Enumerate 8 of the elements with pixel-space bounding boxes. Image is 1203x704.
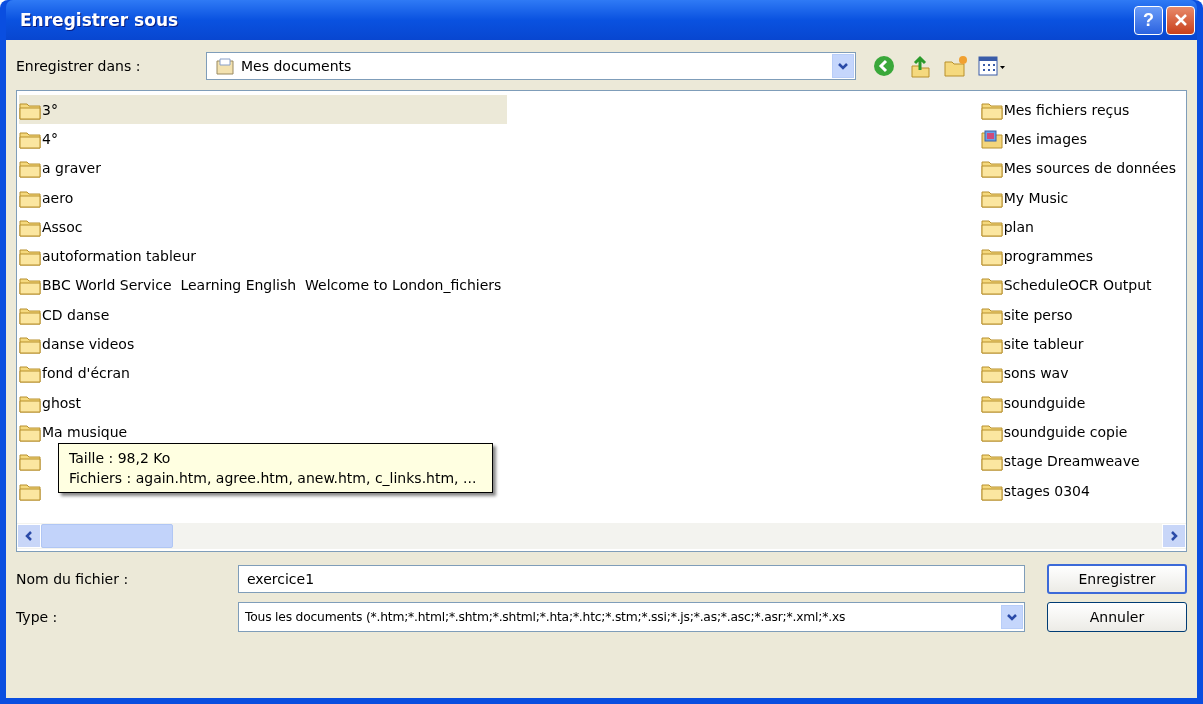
location-value: Mes documents [240,58,353,74]
location-label: Enregistrer dans : [16,58,142,74]
filename-label: Nom du fichier : [16,571,130,587]
tooltip-text: Taille : 98,2 Ko [69,450,172,466]
type-value: Tous les documents (*.htm;*.html;*.shtm;*.shtml;*.hta;*.htc;*.stm;*.ssi;*.js;*.as;*.asc;*.asr;*.xml;*.xs [244,610,847,624]
type-label: Type : [16,609,59,625]
window-title: Enregistrer sous [20,10,179,30]
tooltip-text: Fichiers : again.htm, agree.htm, anew.htm, c_links.htm, ... [69,470,477,486]
